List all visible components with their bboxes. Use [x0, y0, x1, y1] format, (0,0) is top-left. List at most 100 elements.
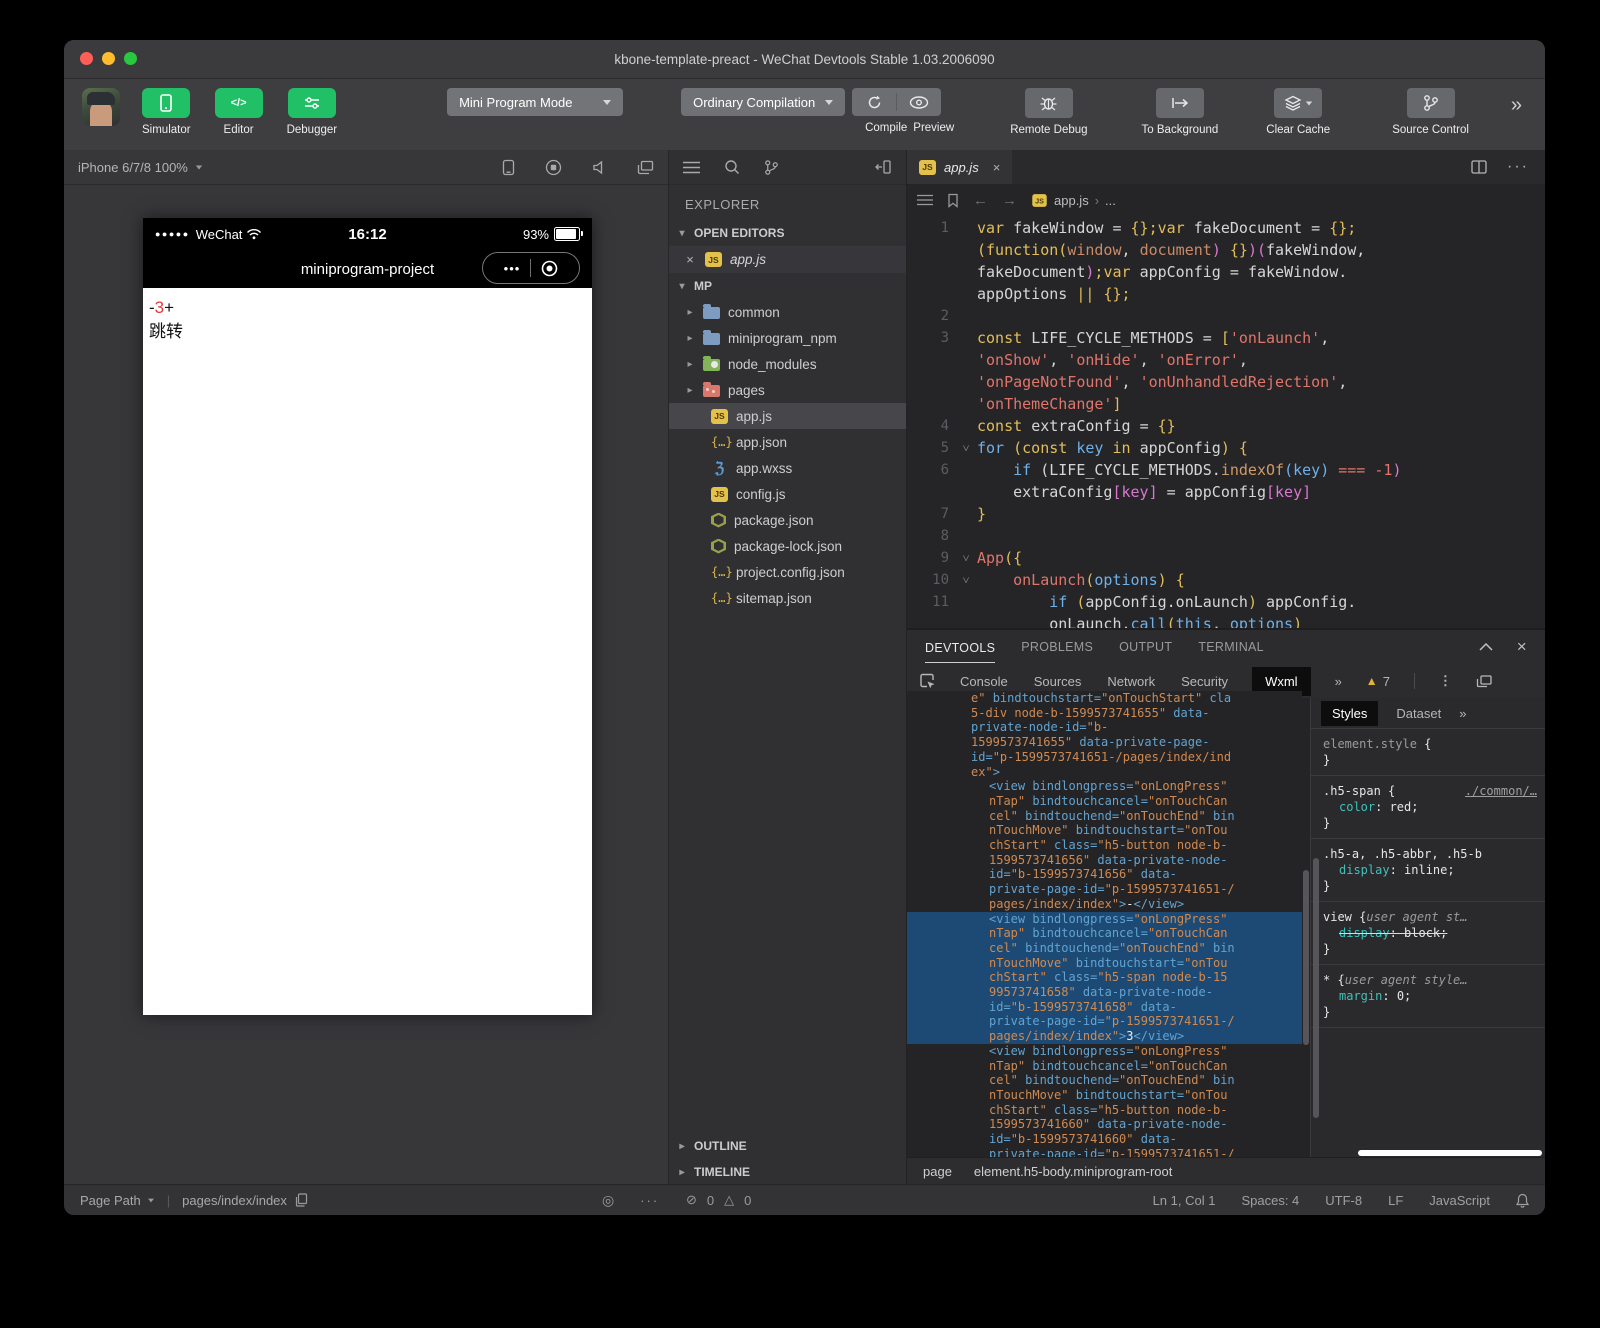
wxml-node-selected[interactable]: nTouchMove" bindtouchstart="onTou — [907, 956, 1302, 971]
wxml-node-line[interactable]: nTouchMove" bindtouchstart="onTou — [907, 823, 1302, 838]
warning-badge[interactable]: ▲ 7 — [1366, 674, 1390, 689]
styles-overflow-icon[interactable]: » — [1459, 706, 1466, 721]
multi-window-icon[interactable] — [637, 160, 654, 175]
wxml-node-selected[interactable]: 99573741658" data-private-node- — [907, 985, 1302, 1000]
open-editors-header[interactable]: ▾ OPEN EDITORS — [669, 220, 906, 246]
simulator-button[interactable] — [142, 88, 190, 118]
fold-icon[interactable]: ˅ — [955, 547, 977, 569]
wxml-node-line[interactable]: cel" bindtouchend="onTouchEnd" bin — [907, 809, 1302, 824]
source-control-button[interactable] — [1407, 88, 1455, 118]
open-editor-item[interactable]: × JS app.js — [669, 246, 906, 273]
styles-vertical-scrollbar[interactable] — [1313, 858, 1319, 1118]
wxml-node-line[interactable]: id="b-1599573741660" data- — [907, 1132, 1302, 1147]
wxml-node-selected[interactable]: id="b-1599573741658" data- — [907, 1000, 1302, 1015]
toolbar-overflow-button[interactable]: » — [1511, 94, 1520, 117]
device-selector[interactable]: iPhone 6/7/8 100% — [78, 160, 203, 175]
wxml-node-line[interactable]: chStart" class="h5-button node-b- — [907, 1103, 1302, 1118]
outline-list-icon[interactable] — [917, 194, 933, 206]
tab-app-js[interactable]: JS app.js × — [907, 150, 1012, 184]
status-item[interactable]: Ln 1, Col 1 — [1153, 1193, 1216, 1208]
tab-dataset[interactable]: Dataset — [1396, 706, 1441, 721]
chevron-up-icon[interactable] — [1479, 643, 1493, 651]
close-tab-icon[interactable]: × — [993, 160, 1001, 175]
breadcrumb[interactable]: JS app.js › ... — [1031, 193, 1116, 208]
more-dots-icon[interactable]: ••• — [504, 261, 521, 276]
wxml-node-line[interactable]: 5-div node-b-1599573741655" data- — [907, 706, 1302, 721]
wxml-node-line[interactable]: id="p-1599573741651-/pages/index/ind — [907, 750, 1302, 765]
css-declaration[interactable]: display: inline; — [1323, 862, 1537, 878]
close-panel-icon[interactable]: × — [1517, 637, 1527, 657]
source-control-group[interactable]: Source Control — [1392, 88, 1469, 136]
fold-icon[interactable]: ˅ — [955, 569, 977, 591]
css-rule[interactable]: ./common/….h5-span {color: red;} — [1311, 776, 1545, 839]
mute-icon[interactable] — [592, 160, 607, 175]
wxml-node-line[interactable]: e" bindtouchstart="onTouchStart" cla — [907, 691, 1302, 706]
subtab-security[interactable]: Security — [1181, 674, 1228, 689]
plus-button[interactable]: + — [164, 298, 174, 317]
editor-toggle[interactable]: </> Editor — [215, 88, 263, 136]
wxml-node-line[interactable]: nTap" bindtouchcancel="onTouchCan — [907, 794, 1302, 809]
tree-folder-common[interactable]: ▸common — [669, 299, 906, 325]
wxml-node-line[interactable]: nTouchMove" bindtouchstart="onTou — [907, 1088, 1302, 1103]
tree-file-package.json[interactable]: package.json — [669, 507, 906, 533]
debugger-toggle[interactable]: Debugger — [287, 88, 338, 136]
breadcrumb-page[interactable]: page — [923, 1164, 952, 1179]
tree-file-config.js[interactable]: JSconfig.js — [669, 481, 906, 507]
subtab-overflow-icon[interactable]: » — [1335, 674, 1342, 689]
copy-icon[interactable] — [295, 1193, 308, 1207]
wxml-node-selected[interactable]: <view bindlongpress="onLongPress" — [907, 912, 1302, 927]
mode-dropdown[interactable]: Mini Program Mode — [447, 88, 623, 116]
nav-back-icon[interactable]: ← — [973, 192, 988, 209]
tab-terminal[interactable]: TERMINAL — [1198, 640, 1264, 654]
close-window-button[interactable] — [80, 52, 93, 65]
wxml-node-line[interactable]: id="b-1599573741656" data- — [907, 867, 1302, 882]
simulator-toggle[interactable]: Simulator — [142, 88, 191, 136]
wxml-node-line[interactable]: chStart" class="h5-button node-b- — [907, 838, 1302, 853]
bookmark-icon[interactable] — [947, 193, 959, 208]
styles-horizontal-scrollbar[interactable] — [1358, 1150, 1542, 1156]
tree-file-package-lock.json[interactable]: package-lock.json — [669, 533, 906, 559]
git-branch-icon[interactable] — [764, 159, 779, 176]
compilation-dropdown[interactable]: Ordinary Compilation — [681, 88, 845, 116]
css-declaration[interactable]: margin: 0; — [1323, 988, 1537, 1004]
tree-folder-pages[interactable]: ▸pages — [669, 377, 906, 403]
tab-output[interactable]: OUTPUT — [1119, 640, 1172, 654]
split-editor-icon[interactable] — [1471, 160, 1487, 174]
wxml-node-selected[interactable]: private-page-id="p-1599573741651-/ — [907, 1014, 1302, 1029]
problems-counts[interactable]: ⊘ 0 △ 0 — [686, 1192, 751, 1208]
page-path-dropdown[interactable]: Page Path — [80, 1193, 155, 1208]
visibility-icon[interactable]: ◎ — [602, 1192, 614, 1209]
bell-icon[interactable] — [1516, 1193, 1529, 1208]
wxml-node-line[interactable]: 1599573741660" data-private-node- — [907, 1117, 1302, 1132]
css-rule[interactable]: * {user agent style…margin: 0;} — [1311, 965, 1545, 1028]
remote-debug-group[interactable]: Remote Debug — [1010, 88, 1087, 136]
subtab-console[interactable]: Console — [960, 674, 1008, 689]
css-rule[interactable]: .h5-a, .h5-abbr, .h5-bdisplay: inline;} — [1311, 839, 1545, 902]
tree-file-project.config.json[interactable]: {…}project.config.json — [669, 559, 906, 585]
status-item[interactable]: JavaScript — [1429, 1193, 1490, 1208]
project-root-header[interactable]: ▾ MP — [669, 273, 906, 299]
tree-file-app.json[interactable]: {…}app.json — [669, 429, 906, 455]
subtab-network[interactable]: Network — [1107, 674, 1155, 689]
close-icon[interactable]: × — [683, 252, 697, 267]
collapse-sidebar-icon[interactable] — [875, 160, 892, 174]
tree-folder-node_modules[interactable]: ▸node_modules — [669, 351, 906, 377]
jump-link[interactable]: 跳转 — [149, 320, 586, 344]
explorer-list-icon[interactable] — [683, 161, 700, 174]
wxml-node-line[interactable]: cel" bindtouchend="onTouchEnd" bin — [907, 1073, 1302, 1088]
compile-button[interactable] — [852, 88, 896, 116]
scrollbar-thumb[interactable] — [1303, 870, 1309, 1045]
search-icon[interactable] — [724, 159, 740, 175]
nav-forward-icon[interactable]: → — [1002, 192, 1017, 209]
wxml-tree[interactable]: e" bindtouchstart="onTouchStart" cla5-di… — [907, 691, 1302, 1158]
breadcrumb-element[interactable]: element.h5-body.miniprogram-root — [974, 1164, 1172, 1179]
timeline-section[interactable]: ▸ TIMELINE — [669, 1159, 906, 1185]
clear-cache-button[interactable] — [1274, 88, 1322, 118]
wxml-node-line[interactable]: 1599573741656" data-private-node- — [907, 853, 1302, 868]
preview-button[interactable] — [897, 88, 941, 116]
popout-icon[interactable] — [1476, 675, 1492, 688]
capsule-menu[interactable]: ••• — [482, 252, 580, 284]
tab-problems[interactable]: PROBLEMS — [1021, 640, 1093, 654]
wxml-node-selected[interactable]: pages/index/index">3</view> — [907, 1029, 1302, 1044]
wxml-node-line[interactable]: private-page-id="p-1599573741651-/ — [907, 882, 1302, 897]
